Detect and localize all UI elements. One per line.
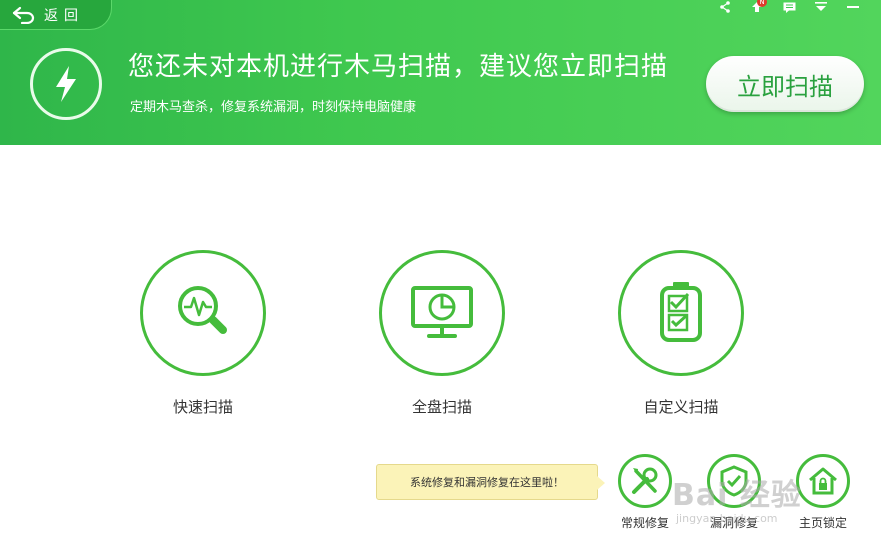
quick-scan-label: 快速扫描 — [172, 398, 233, 416]
upgrade-icon[interactable]: N — [749, 0, 767, 14]
lightning-icon — [30, 48, 102, 120]
header-banner: 返回 N 您还未对本机进行木马扫描，建议您立即扫描 定期木马查杀，修复系统漏洞，… — [0, 0, 881, 145]
page-title: 您还未对本机进行木马扫描，建议您立即扫描 — [128, 52, 669, 82]
vulnerability-repair-label: 漏洞修复 — [709, 516, 758, 530]
homepage-lock-label: 主页锁定 — [798, 516, 847, 530]
homepage-lock-button[interactable]: 主页锁定 — [790, 454, 856, 531]
magnifier-pulse-icon — [140, 250, 266, 376]
vulnerability-repair-button[interactable]: 漏洞修复 — [701, 454, 767, 531]
back-arrow-icon — [12, 6, 35, 24]
menu-dropdown-icon[interactable] — [813, 0, 829, 14]
monitor-icon — [379, 250, 505, 376]
back-button[interactable]: 返回 — [0, 0, 112, 30]
minimize-icon[interactable] — [845, 0, 861, 14]
general-repair-button[interactable]: 常规修复 — [612, 454, 678, 531]
message-icon[interactable] — [781, 0, 797, 14]
repair-tooltip: 系统修复和漏洞修复在这里啦！ — [376, 464, 605, 500]
home-lock-icon — [796, 454, 850, 508]
window-controls: N — [717, 0, 861, 14]
full-scan-option[interactable]: 全盘扫描 — [372, 250, 512, 417]
shield-repair-icon — [707, 454, 761, 508]
notification-badge: N — [757, 0, 767, 7]
wrench-screwdriver-icon — [618, 454, 672, 508]
general-repair-label: 常规修复 — [620, 516, 669, 530]
custom-scan-option[interactable]: 自定义扫描 — [611, 250, 751, 417]
share-icon[interactable] — [717, 0, 733, 14]
quick-scan-option[interactable]: 快速扫描 — [133, 250, 273, 417]
page-subtitle: 定期木马查杀，修复系统漏洞，时刻保持电脑健康 — [130, 100, 417, 115]
full-scan-label: 全盘扫描 — [411, 398, 472, 416]
custom-scan-label: 自定义扫描 — [643, 398, 719, 416]
scan-now-button[interactable]: 立即扫描 — [706, 56, 864, 112]
back-label: 返回 — [44, 7, 84, 24]
checklist-icon — [618, 250, 744, 376]
